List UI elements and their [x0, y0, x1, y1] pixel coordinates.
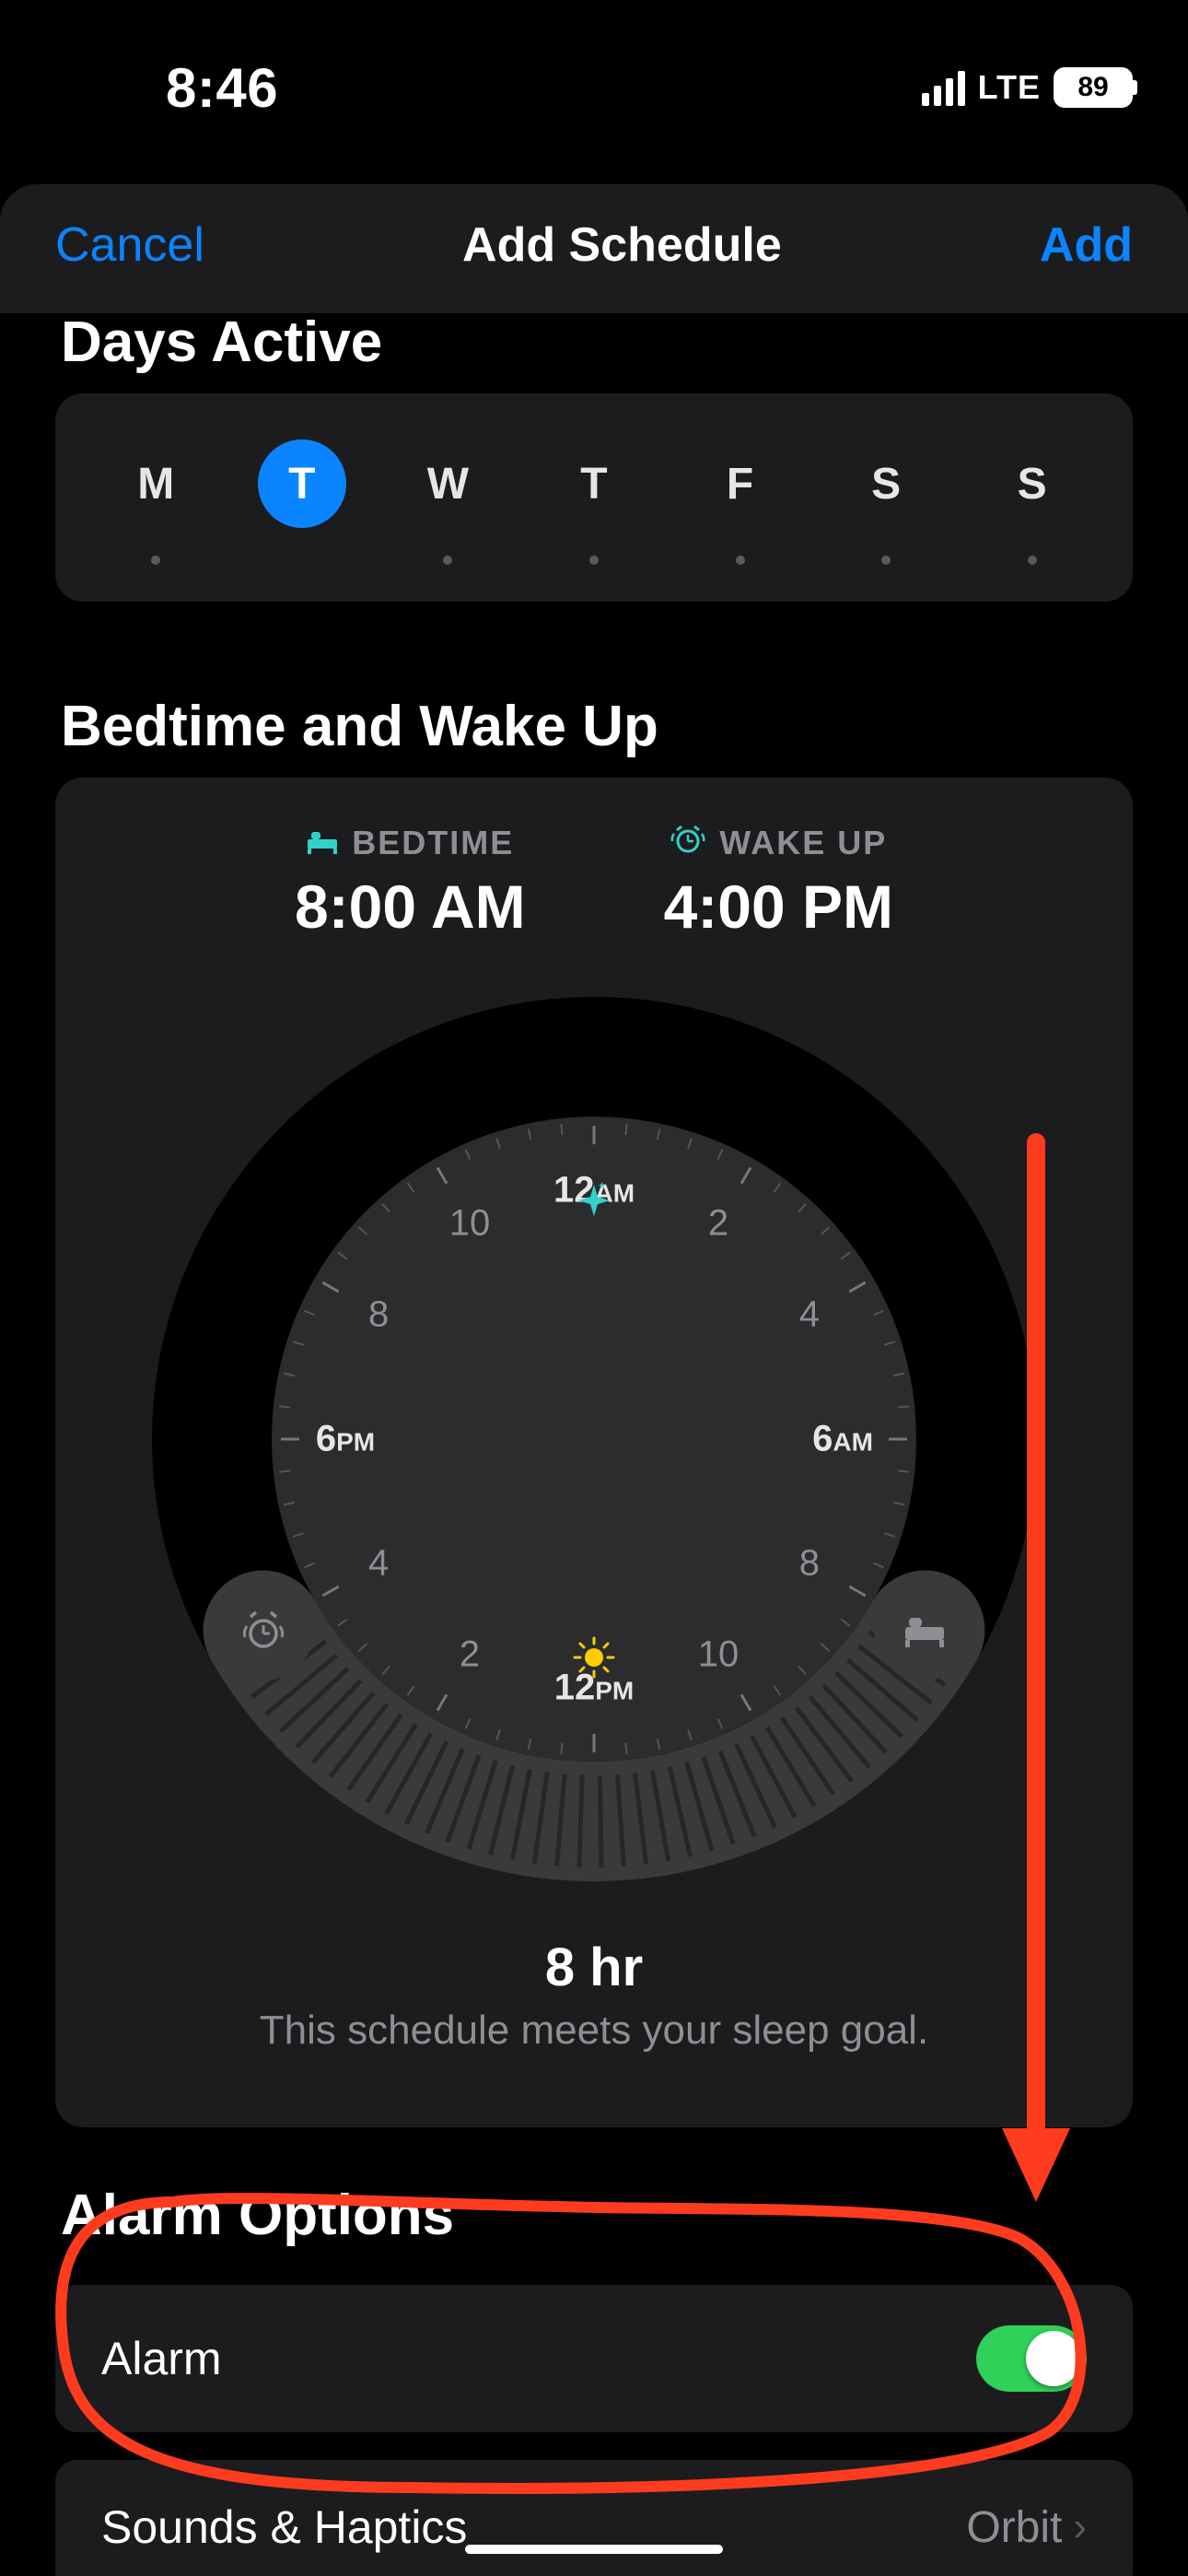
cellular-signal-icon [922, 69, 965, 106]
sleep-dial[interactable]: 12AM246AM81012PM246PM810 [152, 997, 1036, 1881]
dial-hour-label: 2 [460, 1633, 480, 1675]
sounds-haptics-label: Sounds & Haptics [101, 2500, 467, 2554]
day-dot [881, 556, 891, 565]
status-time: 8:46 [166, 56, 278, 120]
wakeup-label: WAKE UP [719, 824, 887, 862]
sounds-haptics-value: Orbit [966, 2502, 1062, 2553]
dial-hour-label: 4 [368, 1543, 389, 1585]
cancel-button[interactable]: Cancel [55, 217, 204, 273]
day-dot [589, 556, 599, 565]
bedtime-wakeup-title: Bedtime and Wake Up [0, 694, 1188, 778]
day-button-t-3[interactable]: T [550, 439, 638, 528]
home-indicator[interactable] [465, 2545, 723, 2554]
dial-hour-label: 4 [799, 1294, 820, 1336]
alarm-row-label: Alarm [101, 2332, 222, 2385]
dial-hour-label: 10 [698, 1633, 740, 1675]
dial-hour-label: 8 [799, 1543, 820, 1585]
bedtime-column: BEDTIME 8:00 AM [295, 824, 526, 942]
status-bar: 8:46 LTE 89 [0, 0, 1188, 147]
battery-icon: 89 [1054, 67, 1133, 108]
bedtime-wakeup-card: BEDTIME 8:00 AM WAKE UP 4:00 PM [55, 778, 1133, 2127]
nav-bar: Cancel Add Schedule Add [0, 184, 1188, 300]
status-right: LTE 89 [922, 67, 1133, 108]
day-0: M [114, 439, 197, 565]
bedtime-label: BEDTIME [352, 824, 514, 862]
modal-sheet: Cancel Add Schedule Add Days Active MTWT… [0, 184, 1188, 2576]
day-button-s-6[interactable]: S [988, 439, 1077, 528]
sun-icon [573, 1636, 615, 1688]
duration-value: 8 hr [92, 1937, 1096, 1998]
bed-icon [306, 824, 339, 862]
scroll-content[interactable]: Days Active MTWTFSS Bedtime and Wake Up … [0, 313, 1188, 2576]
dial-hour-label: 2 [708, 1203, 728, 1245]
battery-percent: 89 [1056, 72, 1130, 103]
dial-hour-label: 10 [449, 1203, 491, 1245]
add-button[interactable]: Add [1040, 217, 1133, 273]
alarm-clock-icon [670, 824, 706, 862]
day-4: F [699, 439, 782, 565]
goal-text: This schedule meets your sleep goal. [92, 2008, 1096, 2054]
stars-icon [575, 1181, 613, 1229]
page-title: Add Schedule [462, 217, 782, 273]
day-button-w-2[interactable]: W [403, 439, 492, 528]
bedtime-value[interactable]: 8:00 AM [295, 872, 526, 942]
chevron-right-icon: › [1073, 2504, 1087, 2550]
wakeup-value[interactable]: 4:00 PM [664, 872, 893, 942]
alarm-toggle[interactable] [976, 2325, 1087, 2392]
alarm-options-title: Alarm Options [0, 2183, 1188, 2266]
wakeup-column: WAKE UP 4:00 PM [664, 824, 893, 942]
day-5: S [844, 439, 927, 565]
dial-hour-label: 6AM [812, 1419, 873, 1460]
sounds-haptics-row[interactable]: Sounds & Haptics Orbit › [55, 2460, 1133, 2576]
network-label: LTE [978, 68, 1041, 107]
day-button-f-4[interactable]: F [696, 439, 785, 528]
duration-block: 8 hr This schedule meets your sleep goal… [92, 1937, 1096, 2054]
days-active-card: MTWTFSS [55, 393, 1133, 602]
day-2: W [406, 439, 489, 565]
day-dot [443, 556, 452, 565]
dial-hour-label: 6PM [316, 1419, 375, 1460]
day-1: T [261, 439, 344, 565]
day-dot [151, 556, 160, 565]
day-button-s-5[interactable]: S [842, 439, 930, 528]
day-button-t-1[interactable]: T [258, 439, 346, 528]
day-dot [736, 556, 745, 565]
day-6: S [991, 439, 1074, 565]
days-active-title: Days Active [0, 313, 1188, 393]
dial-hour-label: 8 [368, 1294, 389, 1336]
day-dot [1028, 556, 1037, 565]
day-button-m-0[interactable]: M [111, 439, 200, 528]
alarm-toggle-row[interactable]: Alarm [55, 2285, 1133, 2432]
wakeup-handle[interactable] [213, 1579, 314, 1680]
bedtime-handle[interactable] [874, 1579, 975, 1680]
day-3: T [553, 439, 635, 565]
